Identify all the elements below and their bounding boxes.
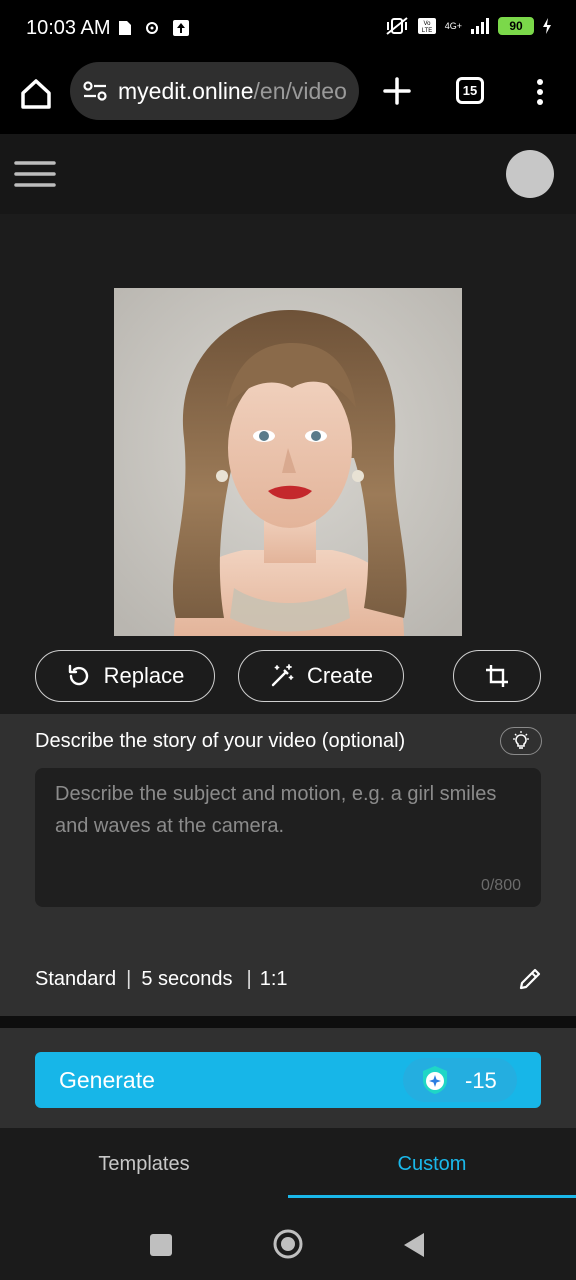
generate-button[interactable]: Generate -15 (35, 1052, 541, 1108)
tab-custom[interactable]: Custom (288, 1128, 576, 1200)
signal-icon (471, 18, 489, 34)
create-label: Create (306, 663, 374, 688)
mode-tabbar: Templates Custom (0, 1128, 576, 1200)
generate-area: Generate -15 (0, 1028, 576, 1128)
battery-level: 90 (509, 19, 523, 33)
generate-label: Generate (59, 1067, 155, 1093)
status-system-icons: Vo LTE 4G+ 90 (385, 16, 552, 36)
prompt-tips-button[interactable] (500, 727, 542, 755)
replace-label: Replace (103, 663, 185, 688)
duration-value: 5 seconds (141, 968, 233, 990)
tab-templates[interactable]: Templates (0, 1128, 288, 1200)
crop-button[interactable] (453, 650, 541, 702)
crop-icon (486, 665, 508, 687)
svg-text:LTE: LTE (421, 28, 432, 34)
upload-icon (173, 20, 189, 36)
video-settings-summary[interactable]: Standard | 5 seconds | 1:1 (35, 968, 288, 991)
lightbulb-icon (513, 731, 529, 749)
portrait-image (114, 288, 462, 636)
url-path: /en/video (253, 78, 347, 104)
url-bar[interactable]: myedit.online/en/video (70, 62, 359, 120)
replace-icon (68, 664, 88, 686)
new-tab-icon[interactable] (378, 72, 416, 110)
credit-shield-icon (423, 1066, 447, 1094)
story-textarea[interactable]: Describe the subject and motion, e.g. a … (35, 768, 541, 907)
sync-icon (146, 22, 158, 34)
status-time: 10:03 AM (26, 17, 111, 39)
edit-pencil-icon[interactable] (517, 966, 543, 992)
recents-icon[interactable] (150, 1234, 172, 1256)
home-icon[interactable] (16, 74, 56, 114)
story-panel: Describe the story of your video (option… (0, 714, 576, 1016)
more-options-icon[interactable] (528, 76, 552, 108)
svg-text:Vo: Vo (423, 21, 431, 27)
tab-switcher-button[interactable]: 15 (456, 77, 484, 104)
volte-icon: VoLTE (417, 18, 436, 34)
menu-icon[interactable] (14, 160, 56, 188)
replace-button[interactable]: Replace (35, 650, 215, 702)
magic-wand-icon (271, 664, 294, 687)
separator: | (126, 968, 132, 990)
section-divider (0, 1016, 576, 1028)
credit-cost-badge: -15 (403, 1058, 517, 1102)
document-icon (119, 21, 131, 35)
ratio-value: 1:1 (259, 968, 288, 990)
create-button[interactable]: Create (238, 650, 404, 702)
site-settings-icon[interactable] (82, 79, 108, 103)
status-notification-icons (118, 19, 190, 37)
network-type: 4G+ (444, 20, 462, 31)
active-tab-indicator (288, 1195, 576, 1198)
charging-icon (543, 18, 551, 34)
app-header (0, 134, 576, 214)
back-icon[interactable] (402, 1232, 426, 1258)
uploaded-photo (114, 288, 462, 636)
avatar[interactable] (506, 150, 554, 198)
preview-canvas: Replace Create (0, 214, 576, 714)
quality-value: Standard (35, 968, 117, 990)
battery-icon: 90 (498, 17, 534, 35)
browser-toolbar: myedit.online/en/video 15 (0, 58, 576, 134)
url-domain: myedit.online (118, 78, 254, 104)
vibrate-mute-icon (386, 17, 408, 35)
character-counter: 0/800 (480, 877, 521, 894)
story-placeholder: Describe the subject and motion, e.g. a … (55, 783, 497, 837)
separator: | (246, 968, 252, 990)
home-circle-icon[interactable] (272, 1228, 304, 1260)
tab-count: 15 (462, 83, 478, 98)
status-bar: 10:03 AM Vo LTE 4G+ 90 (0, 0, 576, 58)
story-label: Describe the story of your video (option… (35, 730, 406, 752)
system-nav-bar (0, 1200, 576, 1280)
credit-cost: -15 (465, 1068, 497, 1093)
url-text[interactable]: myedit.online/en/video (118, 78, 347, 105)
